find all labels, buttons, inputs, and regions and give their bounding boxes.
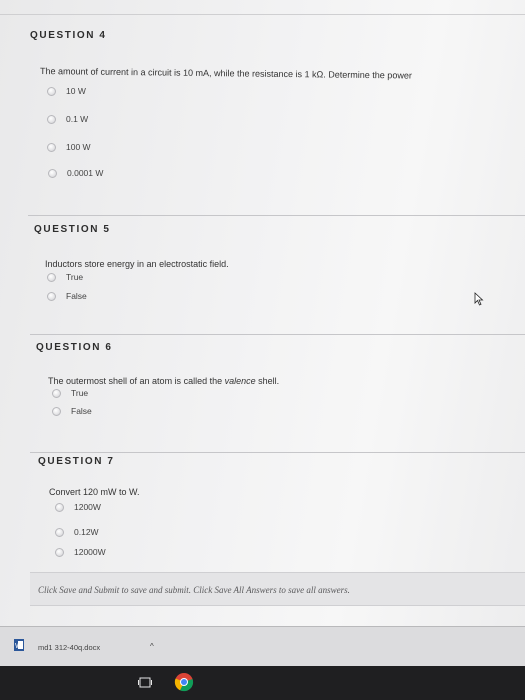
option-label: False [66,291,87,301]
question-divider [30,452,525,453]
question-6-text: The outermost shell of an atom is called… [48,376,279,386]
question-4-option-1[interactable]: 10 W [47,84,86,98]
option-label: 0.1 W [66,114,89,124]
word-document-icon: W [14,639,24,651]
question-divider [30,334,525,335]
radio-button[interactable] [55,527,64,537]
radio-button[interactable] [47,272,56,282]
option-label: 0.0001 W [67,168,104,178]
chrome-icon[interactable] [174,672,194,692]
question-7-text: Convert 120 mW to W. [49,487,140,497]
submit-instructions-text: Click Save and Submit to save and submit… [38,585,350,595]
question-divider [28,215,525,216]
radio-button[interactable] [55,547,64,557]
option-label: False [71,406,92,416]
question-4-option-4[interactable]: 0.0001 W [48,166,103,180]
taskbar [0,666,525,700]
top-divider [0,14,525,15]
option-label: True [71,388,89,398]
question-5-option-2[interactable]: False [47,289,87,303]
text-part: The outermost shell of an atom is called… [48,376,225,386]
question-4-option-3[interactable]: 100 W [47,140,91,154]
radio-button[interactable] [52,388,61,398]
svg-text:W: W [15,643,22,650]
question-4-title: QUESTION 4 [30,30,107,41]
option-label: 0.12W [74,527,99,537]
question-4-text: The amount of current in a circuit is 10… [39,66,412,81]
radio-button[interactable] [48,168,57,178]
quiz-page: QUESTION 4 The amount of current in a ci… [0,0,525,626]
question-6-option-2[interactable]: False [52,404,92,418]
option-label: 1200W [74,502,101,512]
option-label: 10 W [66,86,86,96]
radio-button[interactable] [52,406,61,416]
option-label: True [66,272,84,282]
question-5-title: QUESTION 5 [34,224,111,235]
question-7-option-3[interactable]: 12000W [55,545,106,559]
question-6-option-1[interactable]: True [52,386,88,400]
radio-button[interactable] [55,502,64,512]
task-view-icon[interactable] [138,677,152,688]
radio-button[interactable] [47,86,56,96]
mouse-pointer-icon [474,292,484,306]
text-italic-part: valence [224,376,256,386]
question-4-option-2[interactable]: 0.1 W [47,112,88,126]
radio-button[interactable] [47,142,56,152]
question-7-title: QUESTION 7 [38,456,115,467]
question-5-text: Inductors store energy in an electrostat… [45,259,229,269]
radio-button[interactable] [47,291,56,301]
question-6-title: QUESTION 6 [36,342,113,353]
download-bar: W md1 312-40q.docx ^ [0,626,525,667]
option-label: 12000W [74,547,106,557]
question-7-option-2[interactable]: 0.12W [55,525,99,539]
submit-instructions: Click Save and Submit to save and submit… [30,572,525,606]
download-file-name[interactable]: md1 312-40q.docx [38,643,100,652]
question-5-option-1[interactable]: True [47,270,83,284]
option-label: 100 W [66,142,91,152]
text-part: shell. [255,376,280,386]
chevron-up-icon[interactable]: ^ [150,642,154,651]
radio-button[interactable] [47,114,56,124]
question-7-option-1[interactable]: 1200W [55,500,101,514]
